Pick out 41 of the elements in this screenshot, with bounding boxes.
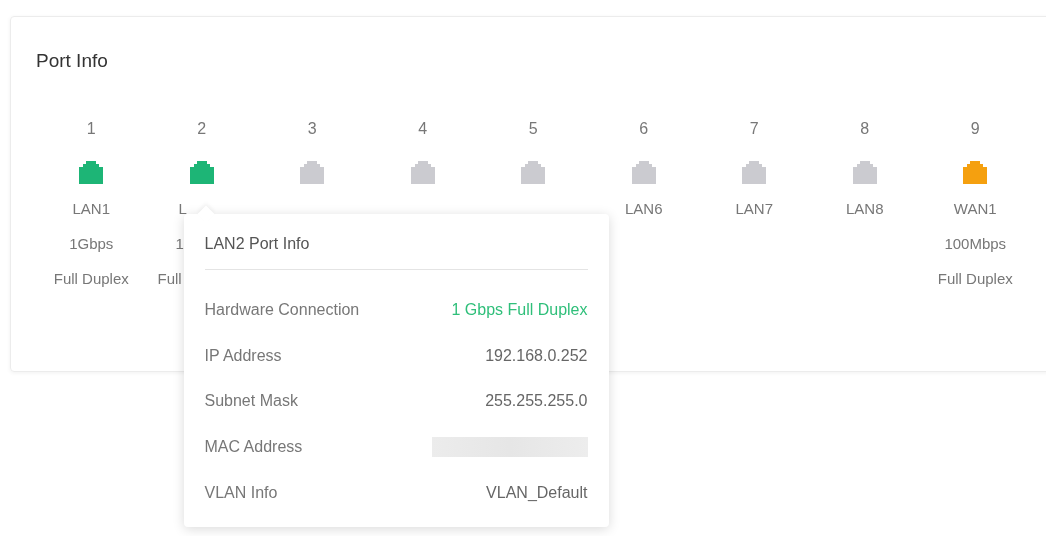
port-number: 4 — [418, 119, 428, 139]
popover-title: LAN2 Port Info — [204, 234, 311, 254]
ethernet-port-icon[interactable] — [79, 161, 104, 184]
info-label: VLAN Info — [204, 483, 278, 502]
info-label: Subnet Mask — [204, 392, 298, 411]
ethernet-port-icon[interactable] — [189, 161, 214, 184]
ethernet-port-icon[interactable] — [852, 161, 877, 184]
info-label: IP Address — [204, 346, 282, 365]
port-duplex: Full — [157, 269, 182, 289]
port-name: LAN6 — [625, 199, 663, 219]
port-name: L — [178, 199, 187, 219]
ethernet-port-icon[interactable] — [300, 161, 325, 184]
info-label: Hardware Connection — [204, 300, 360, 319]
info-label: MAC Address — [204, 437, 303, 456]
port-speed: 1Gbps — [69, 234, 114, 254]
info-value: 1 Gbps Full Duplex — [451, 300, 588, 319]
ethernet-port-icon[interactable] — [521, 161, 546, 184]
info-value: VLAN_Default — [486, 483, 588, 502]
port-number: 8 — [860, 119, 870, 139]
port-speed: 100Mbps — [944, 234, 1007, 254]
port-name: LAN7 — [735, 199, 773, 219]
info-value: 192.168.0.252 — [485, 346, 588, 365]
port-duplex: Full Duplex — [53, 269, 129, 289]
card-title: Port Info — [36, 50, 109, 72]
port-speed: 1 — [175, 234, 184, 254]
ethernet-port-icon[interactable] — [963, 161, 988, 184]
port-name: LAN1 — [72, 199, 110, 219]
port-number: 1 — [86, 119, 96, 139]
port-name: WAN1 — [953, 199, 997, 219]
ethernet-port-icon[interactable] — [742, 161, 767, 184]
port-number: 2 — [197, 119, 207, 139]
port-name: LAN8 — [846, 199, 884, 219]
port-number: 5 — [528, 119, 538, 139]
port-number: 9 — [970, 119, 980, 139]
port-number: 3 — [307, 119, 317, 139]
info-value: 255.255.255.0 — [485, 392, 588, 411]
ethernet-port-icon[interactable] — [631, 161, 656, 184]
ethernet-port-icon[interactable] — [410, 161, 435, 184]
port-duplex: Full Duplex — [937, 269, 1013, 289]
port-number: 6 — [639, 119, 649, 139]
port-number: 7 — [749, 119, 759, 139]
